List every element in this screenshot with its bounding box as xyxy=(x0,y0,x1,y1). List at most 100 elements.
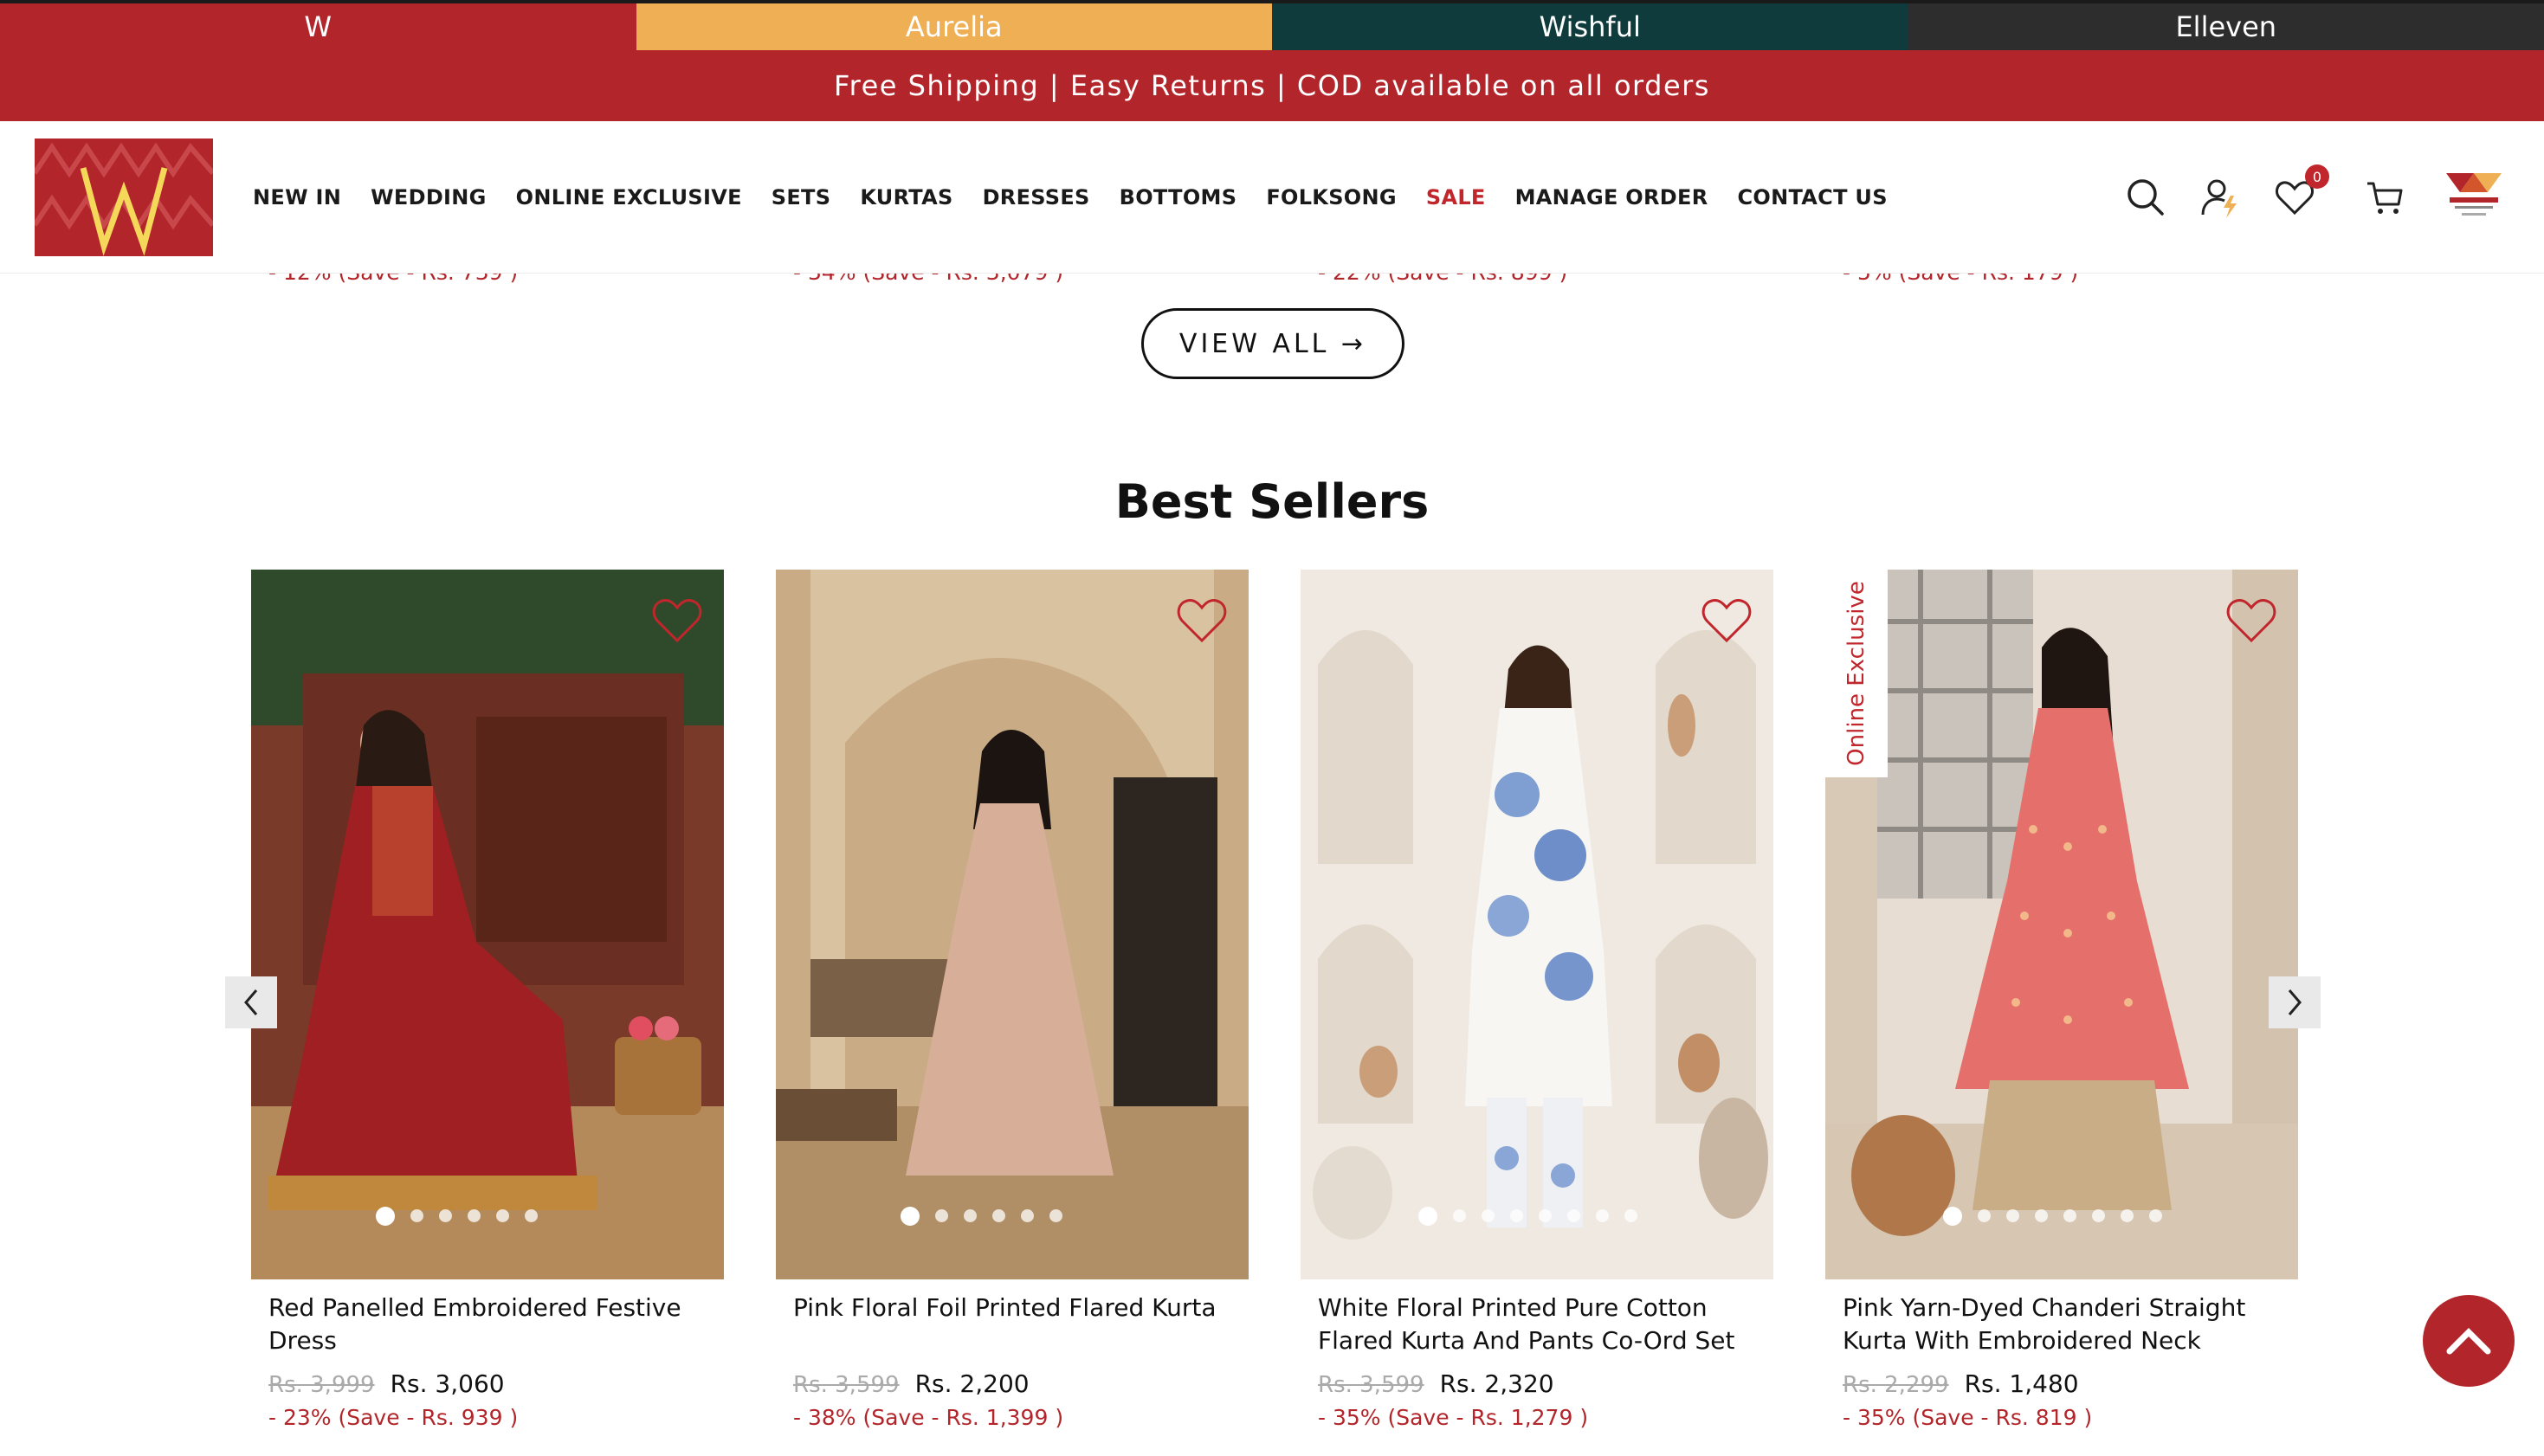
nav-sets[interactable]: SETS xyxy=(772,185,831,209)
nav-online-exclusive[interactable]: ONLINE EXCLUSIVE xyxy=(516,185,742,209)
online-exclusive-tag: Online Exclusive xyxy=(1825,570,1888,777)
image-dot[interactable] xyxy=(439,1209,452,1222)
product-image[interactable] xyxy=(776,570,1249,1279)
w-logo[interactable] xyxy=(35,139,213,256)
price-row: Rs. 3,599 Rs. 2,320 xyxy=(1301,1369,1773,1398)
product-card[interactable]: Red Panelled Embroidered Festive Dress R… xyxy=(251,570,724,1430)
original-price: Rs. 3,999 xyxy=(268,1372,375,1398)
scroll-to-top-button[interactable] xyxy=(2423,1295,2515,1387)
view-all-button[interactable]: VIEW ALL → xyxy=(1141,308,1404,379)
sale-price: Rs. 2,200 xyxy=(914,1369,1030,1398)
wishlist-count-badge: 0 xyxy=(2305,164,2329,189)
wishlist-heart-icon[interactable] xyxy=(2224,596,2279,644)
wishlist-heart-icon[interactable] xyxy=(1699,596,1754,644)
price-row: Rs. 3,999 Rs. 3,060 xyxy=(251,1369,724,1398)
brand-switcher: W Aurelia Wishful Elleven xyxy=(0,0,2544,50)
nav-folksong[interactable]: FOLKSONG xyxy=(1266,185,1397,209)
best-sellers-title: Best Sellers xyxy=(1114,474,1430,529)
image-dot[interactable] xyxy=(2063,1209,2076,1222)
image-dot[interactable] xyxy=(1943,1207,1962,1226)
carousel-next-button[interactable] xyxy=(2269,976,2321,1028)
product-card[interactable]: White Floral Printed Pure Cotton Flared … xyxy=(1301,570,1773,1430)
wishlist-icon[interactable]: 0 xyxy=(2272,164,2329,220)
image-dot[interactable] xyxy=(1418,1207,1437,1226)
nav-wedding[interactable]: WEDDING xyxy=(371,185,487,209)
image-dot[interactable] xyxy=(1453,1209,1466,1222)
nav-sale[interactable]: SALE xyxy=(1426,185,1486,209)
brand-tab-w[interactable]: W xyxy=(0,3,636,50)
brand-tab-wishful[interactable]: Wishful xyxy=(1272,3,1908,50)
product-name[interactable]: Pink Floral Foil Printed Flared Kurta xyxy=(776,1292,1249,1357)
image-dots xyxy=(251,1207,724,1226)
image-dot[interactable] xyxy=(1510,1209,1523,1222)
image-dot[interactable] xyxy=(410,1209,423,1222)
image-dot[interactable] xyxy=(2121,1209,2134,1222)
product-name[interactable]: White Floral Printed Pure Cotton Flared … xyxy=(1301,1292,1773,1357)
discount-text: - 35% (Save - Rs. 1,279 ) xyxy=(1318,1405,1589,1430)
product-name[interactable]: Red Panelled Embroidered Festive Dress xyxy=(251,1292,724,1357)
image-dot[interactable] xyxy=(1021,1209,1034,1222)
sale-price: Rs. 2,320 xyxy=(1439,1369,1554,1398)
image-dot[interactable] xyxy=(2035,1209,2048,1222)
price-row: Rs. 2,299 Rs. 1,480 xyxy=(1825,1369,2298,1398)
image-dot[interactable] xyxy=(468,1209,481,1222)
nav-dresses[interactable]: DRESSES xyxy=(983,185,1090,209)
wishlist-heart-icon[interactable] xyxy=(1174,596,1230,644)
image-dot[interactable] xyxy=(964,1209,977,1222)
image-dot[interactable] xyxy=(2149,1209,2162,1222)
search-icon[interactable] xyxy=(2123,175,2168,220)
cart-icon[interactable] xyxy=(2362,175,2407,220)
image-dots xyxy=(776,1207,1249,1226)
wishlist-heart-icon[interactable] xyxy=(649,596,705,644)
image-dot[interactable] xyxy=(2006,1209,2019,1222)
image-dot[interactable] xyxy=(901,1207,920,1226)
product-name[interactable]: Pink Yarn-Dyed Chanderi Straight Kurta W… xyxy=(1825,1292,2298,1357)
aditya-birla-logo[interactable] xyxy=(2443,166,2505,229)
brand-tab-elleven[interactable]: Elleven xyxy=(1908,3,2544,50)
discount-text: - 23% (Save - Rs. 939 ) xyxy=(268,1405,519,1430)
image-dot[interactable] xyxy=(1567,1209,1580,1222)
image-dots xyxy=(1301,1207,1773,1226)
announcement-bar: Free Shipping | Easy Returns | COD avail… xyxy=(0,50,2544,121)
main-nav: NEW IN WEDDING ONLINE EXCLUSIVE SETS KUR… xyxy=(253,121,1917,274)
image-dots xyxy=(1825,1207,2298,1226)
product-card[interactable]: Online Exclusive Pink Yarn-Dyed Chanderi… xyxy=(1825,570,2298,1430)
site-header: NEW IN WEDDING ONLINE EXCLUSIVE SETS KUR… xyxy=(0,121,2544,274)
image-dot[interactable] xyxy=(1049,1209,1062,1222)
image-dot[interactable] xyxy=(992,1209,1005,1222)
original-price: Rs. 2,299 xyxy=(1843,1372,1949,1398)
chevron-up-icon xyxy=(2446,1328,2491,1355)
nav-bottoms[interactable]: BOTTOMS xyxy=(1120,185,1237,209)
online-exclusive-label: Online Exclusive xyxy=(1843,581,1870,766)
product-image[interactable] xyxy=(251,570,724,1279)
sale-price: Rs. 1,480 xyxy=(1964,1369,2079,1398)
chevron-right-icon xyxy=(2288,989,2302,1015)
account-icon[interactable] xyxy=(2198,175,2243,220)
image-dot[interactable] xyxy=(1596,1209,1609,1222)
product-card[interactable]: Pink Floral Foil Printed Flared Kurta Rs… xyxy=(776,570,1249,1430)
image-dot[interactable] xyxy=(2092,1209,2105,1222)
image-dot[interactable] xyxy=(376,1207,395,1226)
image-dot[interactable] xyxy=(525,1209,538,1222)
brand-tab-aurelia[interactable]: Aurelia xyxy=(636,3,1272,50)
image-dot[interactable] xyxy=(496,1209,509,1222)
product-image[interactable] xyxy=(1301,570,1773,1279)
image-dot[interactable] xyxy=(1482,1209,1495,1222)
discount-text: - 35% (Save - Rs. 819 ) xyxy=(1843,1405,2093,1430)
carousel-prev-button[interactable] xyxy=(225,976,277,1028)
price-row: Rs. 3,599 Rs. 2,200 xyxy=(776,1369,1249,1398)
nav-new-in[interactable]: NEW IN xyxy=(253,185,341,209)
image-dot[interactable] xyxy=(1978,1209,1991,1222)
image-dot[interactable] xyxy=(1539,1209,1552,1222)
header-actions: 0 xyxy=(2111,121,2544,274)
nav-contact-us[interactable]: CONTACT US xyxy=(1737,185,1887,209)
discount-text: - 38% (Save - Rs. 1,399 ) xyxy=(793,1405,1064,1430)
image-dot[interactable] xyxy=(1624,1209,1637,1222)
nav-manage-order[interactable]: MANAGE ORDER xyxy=(1515,185,1708,209)
chevron-left-icon xyxy=(244,989,258,1015)
nav-kurtas[interactable]: KURTAS xyxy=(860,185,952,209)
original-price: Rs. 3,599 xyxy=(1318,1372,1424,1398)
image-dot[interactable] xyxy=(935,1209,948,1222)
product-image[interactable]: Online Exclusive xyxy=(1825,570,2298,1279)
sale-price: Rs. 3,060 xyxy=(390,1369,505,1398)
